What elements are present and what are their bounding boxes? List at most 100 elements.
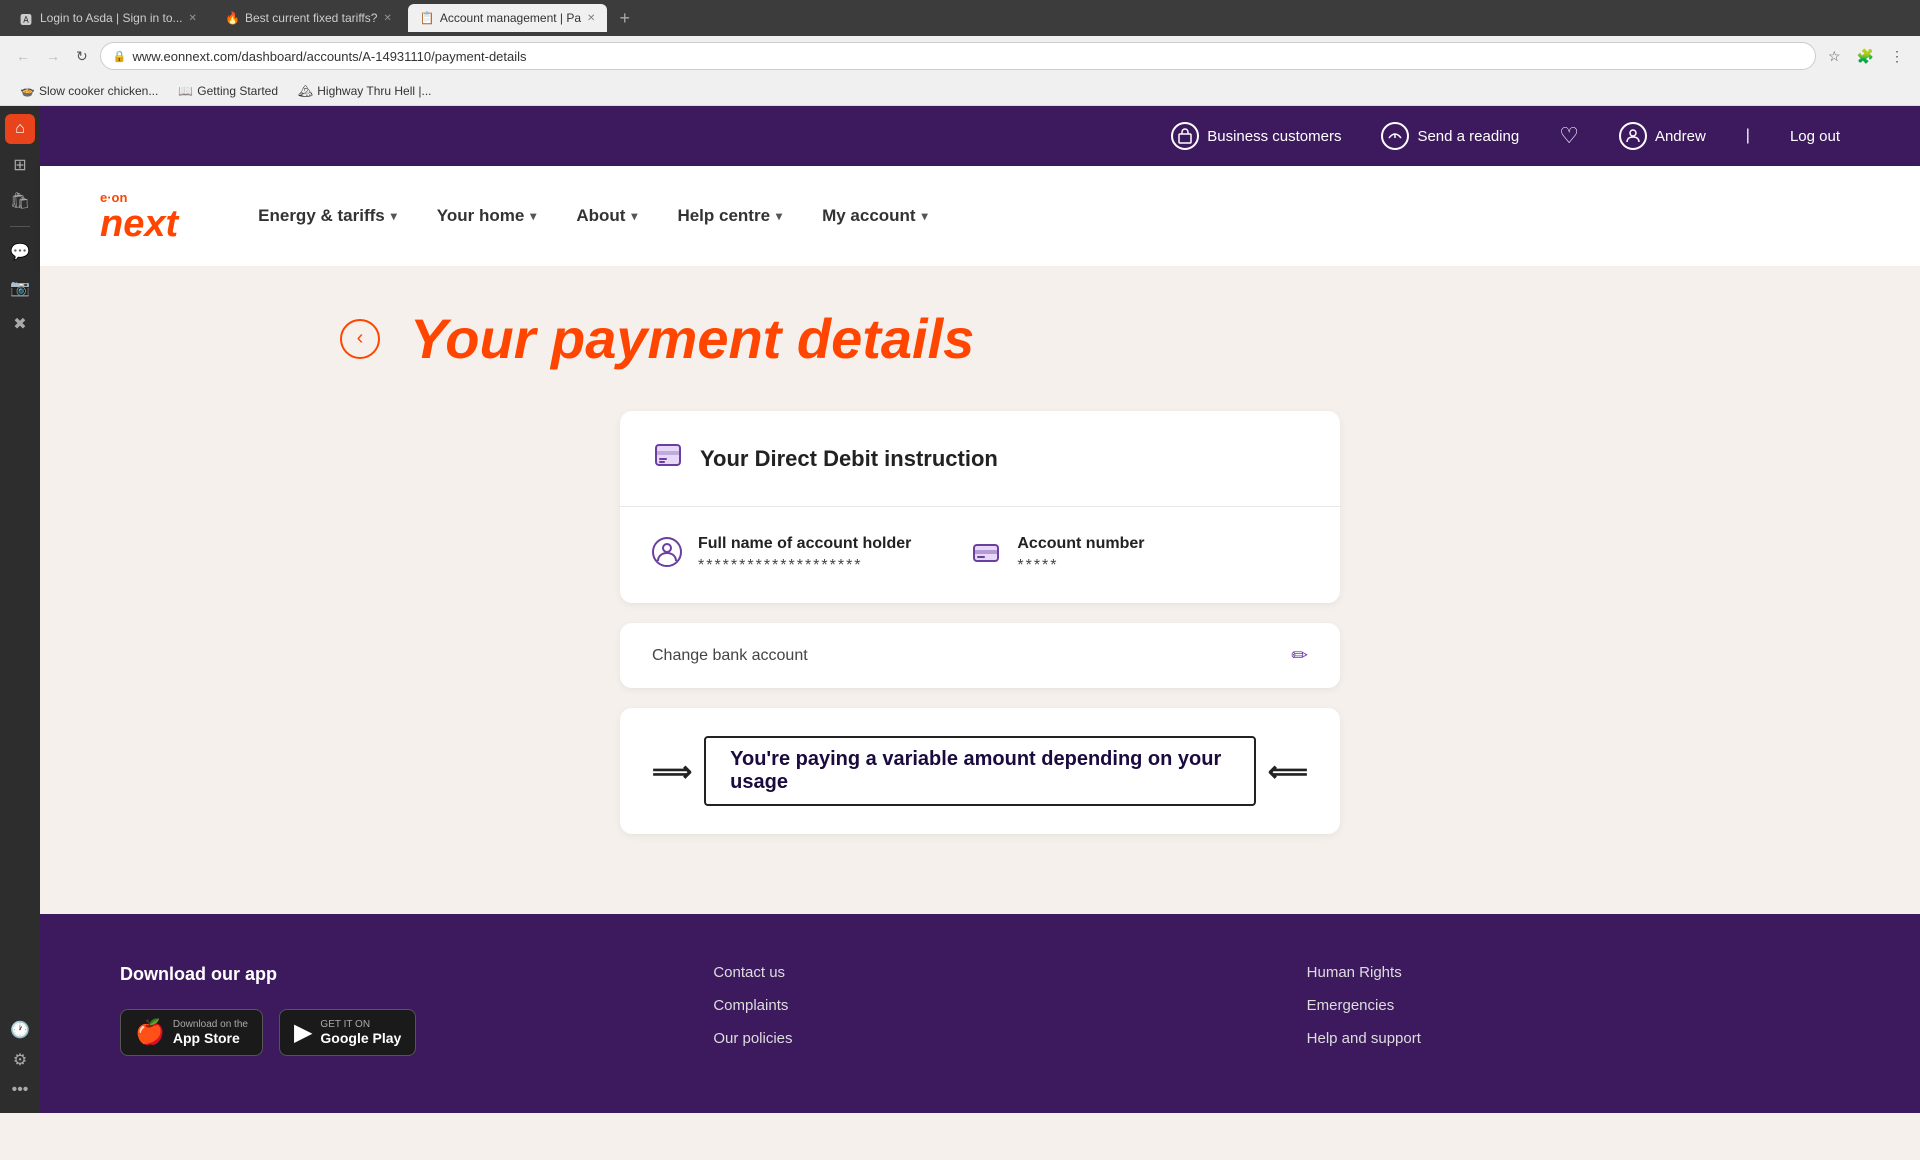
tab-label-3: Account management | Pa — [440, 11, 581, 25]
google-play-sub: GET IT ON — [320, 1019, 401, 1030]
footer-app-title: Download our app — [120, 964, 653, 985]
bookmark-label-1: Slow cooker chicken... — [39, 84, 158, 98]
bookmark-button[interactable]: ☆ — [1824, 44, 1845, 69]
sidebar-settings-icon[interactable]: ⚙ — [5, 1045, 35, 1075]
nav-item-my-account[interactable]: My account ▾ — [822, 206, 928, 226]
tab-favicon-1: 🅰 — [20, 11, 34, 25]
tab-favicon-2: 🔥 — [225, 11, 239, 25]
google-play-icon: ▶ — [294, 1018, 312, 1047]
user-account-link[interactable]: Andrew — [1619, 122, 1706, 150]
tab-close-1[interactable]: ✕ — [189, 13, 197, 24]
tab-favicon-3: 📋 — [420, 11, 434, 25]
footer-policies-link[interactable]: Our policies — [713, 1030, 1246, 1047]
send-reading-link[interactable]: Send a reading — [1381, 122, 1519, 150]
sidebar-shop-icon[interactable]: 🛍 — [5, 186, 35, 216]
bookmark-1[interactable]: 🍲 Slow cooker chicken... — [12, 82, 166, 100]
app-badges: 🍎 Download on the App Store ▶ GET IT ON … — [120, 1009, 653, 1056]
variable-payment-banner: ⟹ You're paying a variable amount depend… — [652, 736, 1308, 806]
business-customers-label: Business customers — [1207, 128, 1341, 145]
logout-label: Log out — [1790, 128, 1840, 145]
footer-links-col1: Contact us Complaints Our policies — [713, 964, 1246, 1063]
footer-contact-link[interactable]: Contact us — [713, 964, 1246, 981]
google-play-name: Google Play — [320, 1030, 401, 1046]
sidebar-home-icon[interactable]: ⌂ — [5, 114, 35, 144]
new-tab-button[interactable]: + — [615, 4, 634, 33]
lock-icon: 🔒 — [113, 50, 127, 63]
arrow-right-icon: ⟸ — [1268, 755, 1308, 788]
footer-help-support-link[interactable]: Help and support — [1307, 1030, 1840, 1047]
meter-icon — [1381, 122, 1409, 150]
chevron-down-icon-energy: ▾ — [391, 209, 397, 223]
account-holder-label: Full name of account holder — [698, 535, 911, 553]
change-bank-row[interactable]: Change bank account ✏ — [620, 623, 1340, 688]
browser-tab-2[interactable]: 🔥 Best current fixed tariffs? ✕ — [213, 4, 404, 32]
browser-tab-1[interactable]: 🅰 Login to Asda | Sign in to... ✕ — [8, 4, 209, 32]
account-number-value: ***** — [1017, 557, 1144, 575]
reload-button[interactable]: ↻ — [72, 44, 92, 69]
utility-nav: Business customers Send a reading ♡ — [40, 106, 1920, 166]
chevron-down-icon-account: ▾ — [922, 209, 928, 223]
bookmark-label-3: Highway Thru Hell |... — [317, 84, 431, 98]
nav-item-your-home[interactable]: Your home ▾ — [437, 206, 537, 226]
card-icon — [971, 537, 1001, 574]
sidebar-apps-icon[interactable]: ⊞ — [5, 150, 35, 180]
browser-tab-3[interactable]: 📋 Account management | Pa ✕ — [408, 4, 608, 32]
forward-browser-button[interactable]: → — [42, 44, 64, 68]
direct-debit-card: Your Direct Debit instruction Full na — [620, 411, 1340, 603]
nav-your-home-label: Your home — [437, 206, 525, 226]
account-holder-group: Full name of account holder ************… — [652, 535, 911, 575]
nav-my-account-label: My account — [822, 206, 916, 226]
sidebar-messenger-icon[interactable]: 💬 — [5, 237, 35, 267]
edit-icon[interactable]: ✏ — [1291, 643, 1308, 668]
account-holder-value: ******************** — [698, 557, 911, 575]
nav-item-energy[interactable]: Energy & tariffs ▾ — [258, 206, 397, 226]
footer-complaints-link[interactable]: Complaints — [713, 997, 1246, 1014]
app-store-badge[interactable]: 🍎 Download on the App Store — [120, 1009, 263, 1056]
app-store-sub: Download on the — [173, 1019, 248, 1030]
bookmark-favicon-1: 🍲 — [20, 84, 35, 98]
chevron-down-icon-home: ▾ — [530, 209, 536, 223]
bookmark-label-2: Getting Started — [197, 84, 278, 98]
footer-human-rights-link[interactable]: Human Rights — [1307, 964, 1840, 981]
bookmark-favicon-3: 🏔 — [298, 84, 313, 98]
address-bar[interactable]: 🔒 www.eonnext.com/dashboard/accounts/A-1… — [100, 42, 1816, 70]
bookmark-3[interactable]: 🏔 Highway Thru Hell |... — [290, 82, 440, 100]
site-logo[interactable]: e·on next — [100, 190, 178, 243]
person-icon — [652, 537, 682, 574]
nav-energy-label: Energy & tariffs — [258, 206, 385, 226]
business-customers-link[interactable]: Business customers — [1171, 122, 1341, 150]
tab-close-2[interactable]: ✕ — [383, 13, 391, 24]
back-browser-button[interactable]: ← — [12, 44, 34, 68]
sidebar-instagram-icon[interactable]: 📷 — [5, 273, 35, 303]
variable-payment-card: ⟹ You're paying a variable amount depend… — [620, 708, 1340, 834]
tab-label-2: Best current fixed tariffs? — [245, 11, 378, 25]
sidebar-more-icon[interactable]: ••• — [5, 1075, 35, 1105]
google-play-badge[interactable]: ▶ GET IT ON Google Play — [279, 1009, 416, 1056]
nav-item-about[interactable]: About ▾ — [576, 206, 637, 226]
direct-debit-title: Your Direct Debit instruction — [700, 446, 998, 472]
tab-close-3[interactable]: ✕ — [587, 13, 595, 24]
menu-button[interactable]: ⋮ — [1886, 44, 1908, 69]
footer-app-section: Download our app 🍎 Download on the App S… — [120, 964, 653, 1063]
page-header: ‹ Your payment details — [100, 306, 1860, 371]
bookmark-bar: 🍲 Slow cooker chicken... 📖 Getting Start… — [0, 76, 1920, 106]
bookmark-2[interactable]: 📖 Getting Started — [170, 82, 286, 100]
chevron-down-icon-about: ▾ — [631, 209, 637, 223]
app-store-text: Download on the App Store — [173, 1019, 248, 1046]
nav-about-label: About — [576, 206, 625, 226]
sidebar-x-icon[interactable]: ✖ — [5, 309, 35, 339]
user-name-label: Andrew — [1655, 128, 1706, 145]
footer-links-col2: Human Rights Emergencies Help and suppor… — [1307, 964, 1840, 1063]
apple-icon: 🍎 — [135, 1018, 165, 1047]
direct-debit-card-header: Your Direct Debit instruction — [620, 411, 1340, 507]
sidebar-history-icon[interactable]: 🕐 — [5, 1015, 35, 1045]
back-button[interactable]: ‹ — [340, 319, 380, 359]
extensions-button[interactable]: 🧩 — [1853, 44, 1878, 69]
url-text: www.eonnext.com/dashboard/accounts/A-149… — [132, 49, 526, 64]
account-number-field: Account number ***** — [1017, 535, 1144, 575]
sidebar-bottom: 🕐 ⚙ ••• — [5, 1015, 35, 1105]
nav-item-help[interactable]: Help centre ▾ — [677, 206, 782, 226]
logout-link[interactable]: Log out — [1790, 128, 1840, 145]
favourites-icon-link[interactable]: ♡ — [1559, 123, 1579, 149]
footer-emergencies-link[interactable]: Emergencies — [1307, 997, 1840, 1014]
